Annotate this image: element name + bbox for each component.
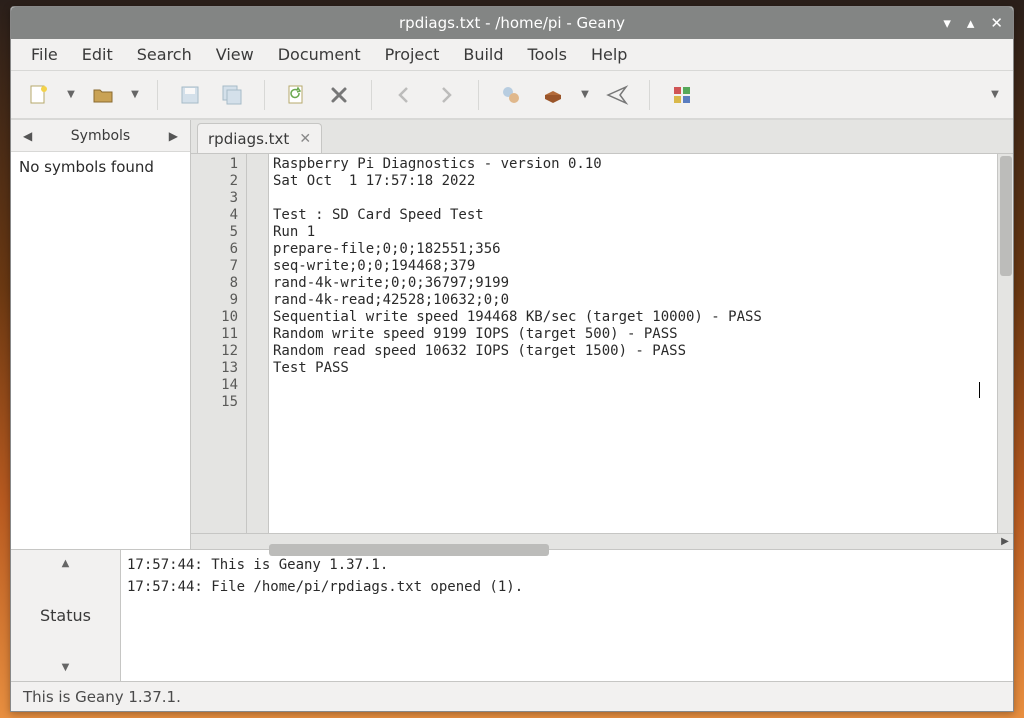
bottom-tabs: ▲ Status ▼ bbox=[11, 550, 121, 681]
open-folder-icon bbox=[91, 83, 115, 107]
menu-help[interactable]: Help bbox=[581, 41, 637, 68]
fold-margin[interactable] bbox=[247, 154, 269, 533]
menu-file[interactable]: File bbox=[21, 41, 68, 68]
line-number-gutter[interactable]: 1 2 3 4 5 6 7 8 9 10 11 12 13 14 15 bbox=[191, 154, 247, 533]
open-file-dropdown[interactable]: ▼ bbox=[127, 89, 143, 100]
window-controls: ▾ ▴ ✕ bbox=[939, 7, 1007, 39]
bottom-pane: ▲ Status ▼ 17:57:44: This is Geany 1.37.… bbox=[11, 549, 1013, 681]
build-button[interactable] bbox=[535, 77, 571, 113]
bottom-tab-up-icon[interactable]: ▲ bbox=[58, 554, 74, 573]
compile-icon bbox=[499, 83, 523, 107]
tab-rpdiags[interactable]: rpdiags.txt ✕ bbox=[197, 123, 322, 153]
vertical-scrollbar[interactable] bbox=[997, 154, 1013, 533]
editor-text: Raspberry Pi Diagnostics - version 0.10 … bbox=[273, 156, 762, 376]
close-file-button[interactable] bbox=[321, 77, 357, 113]
color-chooser-button[interactable] bbox=[664, 77, 700, 113]
new-file-icon bbox=[27, 83, 51, 107]
status-messages[interactable]: 17:57:44: This is Geany 1.37.1. 17:57:44… bbox=[121, 550, 1013, 681]
menu-tools[interactable]: Tools bbox=[518, 41, 577, 68]
close-icon[interactable]: ✕ bbox=[986, 14, 1007, 32]
menu-view[interactable]: View bbox=[206, 41, 264, 68]
sidebar-tab-symbols[interactable]: Symbols bbox=[71, 128, 130, 144]
nav-back-button[interactable] bbox=[386, 77, 422, 113]
maximize-icon[interactable]: ▴ bbox=[963, 14, 979, 32]
menu-project[interactable]: Project bbox=[375, 41, 450, 68]
symbols-panel: No symbols found bbox=[11, 152, 190, 549]
bottom-tab-down-icon[interactable]: ▼ bbox=[58, 658, 74, 677]
toolbar-overflow[interactable]: ▼ bbox=[987, 89, 1003, 100]
menu-build[interactable]: Build bbox=[453, 41, 513, 68]
window-title: rpdiags.txt - /home/pi - Geany bbox=[399, 14, 625, 32]
reload-button[interactable] bbox=[279, 77, 315, 113]
arrow-right-icon bbox=[434, 83, 458, 107]
tab-close-icon[interactable]: ✕ bbox=[299, 131, 311, 147]
editor-area: rpdiags.txt ✕ 1 2 3 4 5 6 7 8 9 10 11 12… bbox=[191, 120, 1013, 549]
compile-button[interactable] bbox=[493, 77, 529, 113]
toolbar: ▼ ▼ ▼ bbox=[11, 71, 1013, 119]
menu-search[interactable]: Search bbox=[127, 41, 202, 68]
save-icon bbox=[178, 83, 202, 107]
save-all-icon bbox=[220, 83, 244, 107]
nav-forward-button[interactable] bbox=[428, 77, 464, 113]
main-split: ◀ Symbols ▶ No symbols found rpdiags.txt… bbox=[11, 119, 1013, 549]
hscroll-right-icon[interactable]: ▶ bbox=[997, 536, 1013, 547]
sidebar-next-icon[interactable]: ▶ bbox=[163, 125, 184, 147]
tab-label: rpdiags.txt bbox=[208, 130, 289, 148]
horizontal-scrollbar[interactable]: ▶ bbox=[191, 533, 1013, 549]
save-all-button[interactable] bbox=[214, 77, 250, 113]
open-file-button[interactable] bbox=[85, 77, 121, 113]
menu-edit[interactable]: Edit bbox=[72, 41, 123, 68]
menu-document[interactable]: Document bbox=[268, 41, 371, 68]
statusbar-text: This is Geany 1.37.1. bbox=[23, 688, 181, 706]
no-symbols-label: No symbols found bbox=[19, 158, 154, 176]
menubar: File Edit Search View Document Project B… bbox=[11, 39, 1013, 71]
bottom-tab-status[interactable]: Status bbox=[40, 606, 91, 625]
sidebar-tabs: ◀ Symbols ▶ bbox=[11, 120, 190, 152]
editor-content[interactable]: Raspberry Pi Diagnostics - version 0.10 … bbox=[269, 154, 997, 533]
statusbar: This is Geany 1.37.1. bbox=[11, 681, 1013, 711]
new-file-button[interactable] bbox=[21, 77, 57, 113]
arrow-left-icon bbox=[392, 83, 416, 107]
app-window: rpdiags.txt - /home/pi - Geany ▾ ▴ ✕ Fil… bbox=[10, 6, 1014, 712]
send-icon bbox=[605, 83, 629, 107]
run-button[interactable] bbox=[599, 77, 635, 113]
titlebar[interactable]: rpdiags.txt - /home/pi - Geany ▾ ▴ ✕ bbox=[11, 7, 1013, 39]
save-button[interactable] bbox=[172, 77, 208, 113]
color-palette-icon bbox=[670, 83, 694, 107]
hscroll-thumb[interactable] bbox=[269, 544, 549, 556]
close-file-icon bbox=[327, 83, 351, 107]
reload-icon bbox=[285, 83, 309, 107]
build-dropdown[interactable]: ▼ bbox=[577, 89, 593, 100]
editor-tabs: rpdiags.txt ✕ bbox=[191, 120, 1013, 154]
minimize-icon[interactable]: ▾ bbox=[939, 14, 955, 32]
build-brick-icon bbox=[541, 83, 565, 107]
editor-row: 1 2 3 4 5 6 7 8 9 10 11 12 13 14 15 Rasp… bbox=[191, 154, 1013, 533]
scroll-thumb[interactable] bbox=[1000, 156, 1012, 276]
text-cursor-icon bbox=[979, 382, 980, 398]
new-file-dropdown[interactable]: ▼ bbox=[63, 89, 79, 100]
sidebar-prev-icon[interactable]: ◀ bbox=[17, 125, 38, 147]
sidebar: ◀ Symbols ▶ No symbols found bbox=[11, 120, 191, 549]
